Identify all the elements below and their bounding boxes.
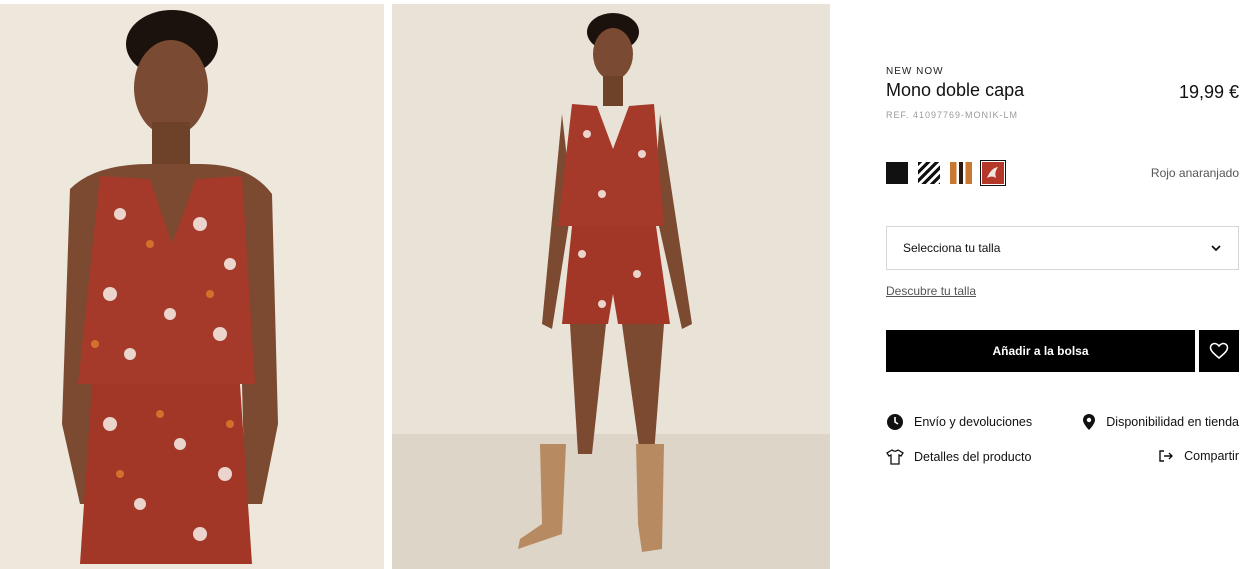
shipping-returns-link[interactable]: Envío y devoluciones <box>886 413 1032 431</box>
selected-color-name: Rojo anaranjado <box>1150 166 1239 180</box>
product-image-front-closeup[interactable] <box>0 4 384 569</box>
store-availability-link[interactable]: Disponibilidad en tienda <box>1082 413 1239 431</box>
product-title: Mono doble capa <box>886 80 1025 100</box>
tshirt-icon <box>886 449 904 465</box>
share-icon <box>1159 450 1174 462</box>
wishlist-button[interactable] <box>1199 330 1239 372</box>
chevron-down-icon <box>1211 245 1221 252</box>
shipping-returns-label: Envío y devoluciones <box>914 415 1033 429</box>
store-availability-label: Disponibilidad en tienda <box>1106 415 1239 429</box>
size-guide-link[interactable]: Descubre tu talla <box>886 284 976 298</box>
share-label: Compartir <box>1184 449 1239 463</box>
red-orange-print-swatch[interactable] <box>980 160 1006 186</box>
product-price: 19,99 € <box>1178 82 1239 102</box>
clock-icon <box>887 414 903 430</box>
black-white-print-swatch[interactable] <box>918 162 940 184</box>
product-photo-full <box>392 4 830 569</box>
color-swatches <box>886 160 1006 186</box>
share-link[interactable]: Compartir <box>1158 449 1239 463</box>
size-select[interactable]: Selecciona tu talla <box>886 226 1239 270</box>
product-reference: REF. 41097769-MONIK-LM <box>886 110 1019 120</box>
product-info-panel: NEW NOW Mono doble capa 19,99 € REF. 410… <box>886 0 1239 569</box>
new-label: NEW NOW <box>886 66 944 77</box>
product-details-link[interactable]: Detalles del producto <box>886 449 1031 465</box>
size-select-placeholder: Selecciona tu talla <box>903 241 1001 255</box>
orange-stripe-swatch[interactable] <box>950 162 972 184</box>
black-swatch[interactable] <box>886 162 908 184</box>
heart-icon <box>1209 342 1229 360</box>
product-photo-closeup <box>0 4 384 569</box>
product-image-full-length[interactable] <box>392 4 830 569</box>
product-details-label: Detalles del producto <box>914 450 1032 464</box>
location-pin-icon <box>1083 414 1096 430</box>
add-to-bag-button[interactable]: Añadir a la bolsa <box>886 330 1195 372</box>
print-pattern-icon <box>987 167 998 178</box>
